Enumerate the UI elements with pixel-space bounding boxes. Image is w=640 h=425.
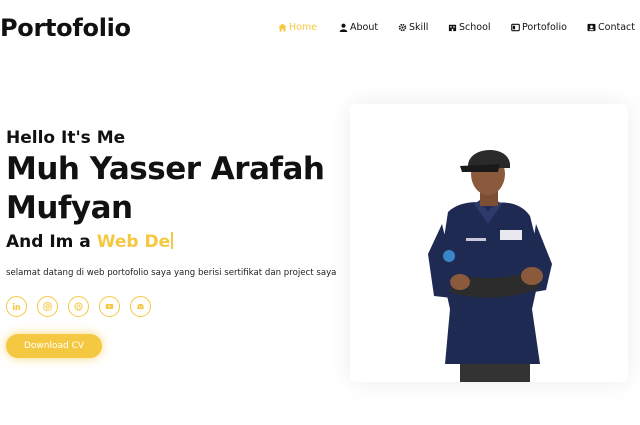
- portfolio-icon: [511, 23, 520, 32]
- home-icon: [278, 23, 287, 32]
- nav-label-school: School: [459, 22, 491, 33]
- role-typed: Web De: [96, 232, 171, 252]
- nav-label-contact: Contact: [598, 22, 635, 33]
- github-icon: [74, 302, 83, 311]
- main-nav: Home About Skill School Portofolio Conta…: [0, 22, 640, 36]
- instagram-icon: [43, 302, 52, 311]
- portrait-photo: [350, 104, 628, 382]
- nav-item-skill[interactable]: Skill: [398, 22, 428, 33]
- discord-icon: [137, 303, 144, 310]
- nav-item-portofolio[interactable]: Portofolio: [511, 22, 567, 33]
- hero-description: selamat datang di web portofolio saya ya…: [6, 268, 337, 278]
- nav-label-about: About: [350, 22, 379, 33]
- youtube-icon: [105, 303, 114, 310]
- youtube-link[interactable]: [99, 296, 120, 317]
- typing-cursor: [171, 232, 174, 249]
- nav-item-school[interactable]: School: [448, 22, 491, 33]
- school-icon: [448, 24, 457, 32]
- contact-icon: [587, 23, 596, 32]
- github-link[interactable]: [68, 296, 89, 317]
- nav-item-home[interactable]: Home: [278, 22, 317, 33]
- linkedin-link[interactable]: [6, 296, 27, 317]
- role-prefix: And Im a: [6, 232, 97, 252]
- user-icon: [339, 23, 348, 32]
- hero-greeting: Hello It's Me: [6, 128, 126, 148]
- hero-name: Muh Yasser Arafah Mufyan: [6, 151, 325, 226]
- nav-label-home: Home: [289, 22, 318, 33]
- nav-item-about[interactable]: About: [339, 22, 378, 33]
- nav-label-skill: Skill: [409, 22, 429, 33]
- nav-label-portofolio: Portofolio: [522, 22, 567, 33]
- nav-item-contact[interactable]: Contact: [587, 22, 635, 33]
- download-cv-button[interactable]: Download CV: [6, 334, 102, 358]
- instagram-link[interactable]: [37, 296, 58, 317]
- linkedin-icon: [12, 302, 21, 311]
- discord-link[interactable]: [130, 296, 151, 317]
- gear-icon: [398, 23, 407, 32]
- hero-role: And Im a Web De: [6, 232, 174, 252]
